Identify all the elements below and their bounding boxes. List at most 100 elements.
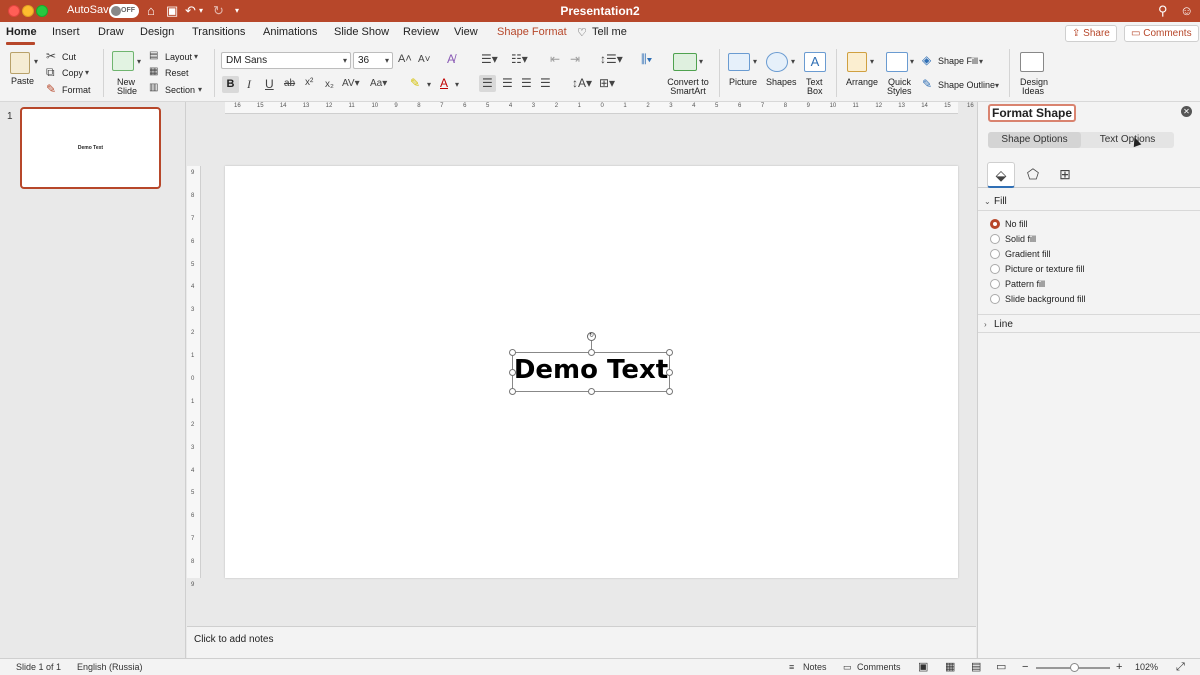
justify-icon[interactable]: ☰ bbox=[540, 76, 551, 90]
font-color-dropdown-icon[interactable]: ▾ bbox=[455, 78, 459, 92]
radio-button[interactable] bbox=[990, 234, 1000, 244]
picture-label[interactable]: Picture bbox=[729, 78, 757, 87]
close-icon[interactable]: ✕ bbox=[1181, 106, 1192, 117]
shapes-label[interactable]: Shapes bbox=[766, 78, 797, 87]
resize-handle[interactable] bbox=[666, 369, 673, 376]
shape-outline-label[interactable]: Shape Outline bbox=[938, 80, 995, 90]
paste-label[interactable]: Paste bbox=[11, 77, 34, 86]
shape-outline-dropdown-icon[interactable]: ▾ bbox=[995, 79, 999, 93]
resize-handle[interactable] bbox=[509, 369, 516, 376]
italic-button[interactable]: I bbox=[247, 77, 251, 91]
design-ideas-label-line2[interactable]: Ideas bbox=[1022, 87, 1044, 96]
resize-handle[interactable] bbox=[666, 349, 673, 356]
format-painter-icon[interactable]: ✎ bbox=[46, 82, 56, 96]
section-label[interactable]: Section bbox=[165, 85, 195, 95]
reading-view-icon[interactable]: ▤ bbox=[971, 659, 981, 675]
tab-design[interactable]: Design bbox=[140, 26, 174, 38]
slide-sorter-view-icon[interactable]: ▦ bbox=[945, 659, 955, 675]
new-slide-icon[interactable] bbox=[112, 51, 134, 71]
tab-home[interactable]: Home bbox=[6, 26, 37, 38]
slide-text[interactable]: Demo Text bbox=[513, 355, 669, 385]
comments-toggle-icon[interactable]: ▭ bbox=[843, 659, 852, 675]
notes-pane[interactable]: Click to add notes bbox=[187, 626, 976, 658]
fill-section-header[interactable]: ⌄ Fill bbox=[978, 192, 1200, 211]
radio-button[interactable] bbox=[990, 294, 1000, 304]
layout-label[interactable]: Layout bbox=[165, 52, 192, 62]
strikethrough-icon[interactable]: ab bbox=[284, 77, 295, 91]
clear-formatting-icon[interactable]: A̸ bbox=[447, 52, 455, 66]
slide-show-view-icon[interactable]: ▭ bbox=[996, 659, 1006, 675]
shape-outline-icon[interactable]: ✎ bbox=[922, 77, 932, 91]
picture-dropdown-icon[interactable]: ▾ bbox=[753, 55, 757, 69]
copy-label[interactable]: Copy bbox=[62, 68, 83, 78]
new-slide-label-line2[interactable]: Slide bbox=[117, 87, 137, 96]
change-case-icon[interactable]: Aa▾ bbox=[370, 77, 387, 91]
search-icon[interactable]: ⚲ bbox=[1158, 3, 1168, 19]
format-painter-label[interactable]: Format bbox=[62, 85, 91, 95]
font-size-select[interactable]: 36 ▾ bbox=[353, 52, 393, 69]
tab-animations[interactable]: Animations bbox=[263, 26, 317, 38]
notes-toggle-icon[interactable]: ≡ bbox=[789, 659, 794, 675]
resize-handle[interactable] bbox=[588, 349, 595, 356]
fill-line-icon[interactable]: ⬙ bbox=[987, 162, 1015, 188]
reset-label[interactable]: Reset bbox=[165, 68, 189, 78]
align-text-icon[interactable]: ⊞▾ bbox=[599, 76, 615, 90]
font-name-select[interactable]: DM Sans ▾ bbox=[221, 52, 351, 69]
radio-button[interactable] bbox=[990, 249, 1000, 259]
picture-icon[interactable] bbox=[728, 53, 750, 71]
design-ideas-icon[interactable] bbox=[1020, 52, 1044, 72]
tab-shape-format[interactable]: Shape Format bbox=[497, 26, 567, 38]
highlight-dropdown-icon[interactable]: ▾ bbox=[427, 78, 431, 92]
align-center-icon[interactable]: ☰ bbox=[502, 76, 513, 90]
underline-button[interactable]: U bbox=[265, 77, 274, 91]
quick-styles-dropdown-icon[interactable]: ▾ bbox=[910, 55, 914, 69]
fit-to-window-icon[interactable]: ⤢ bbox=[1176, 659, 1185, 675]
effects-icon[interactable]: ⬠ bbox=[1019, 162, 1047, 188]
numbering-icon[interactable]: ☷▾ bbox=[511, 52, 528, 66]
arrange-dropdown-icon[interactable]: ▾ bbox=[870, 55, 874, 69]
align-left-button[interactable]: ☰ bbox=[479, 75, 496, 92]
share-button[interactable]: ⇪ Share bbox=[1065, 25, 1117, 42]
columns-icon[interactable]: ⫼▾ bbox=[641, 52, 652, 66]
arrange-icon[interactable] bbox=[847, 52, 867, 72]
tab-insert[interactable]: Insert bbox=[52, 26, 80, 38]
tab-transitions[interactable]: Transitions bbox=[192, 26, 245, 38]
copy-icon[interactable]: ⧉ bbox=[46, 65, 55, 79]
radio-button[interactable] bbox=[990, 279, 1000, 289]
cut-icon[interactable]: ✂ bbox=[46, 49, 56, 63]
notes-placeholder[interactable]: Click to add notes bbox=[194, 634, 274, 645]
zoom-in-button[interactable]: + bbox=[1116, 659, 1122, 675]
line-spacing-icon[interactable]: ↕☰▾ bbox=[600, 52, 623, 66]
superscript-icon[interactable]: x² bbox=[305, 76, 313, 90]
tab-shape-options[interactable]: Shape Options bbox=[988, 132, 1081, 148]
reset-icon[interactable]: ▦ bbox=[149, 65, 158, 79]
shape-fill-label[interactable]: Shape Fill bbox=[938, 56, 978, 66]
text-direction-icon[interactable]: ↕A▾ bbox=[572, 76, 592, 90]
section-icon[interactable]: ▥ bbox=[149, 81, 158, 95]
decrease-font-size-icon[interactable]: A˅ bbox=[418, 53, 431, 67]
align-right-icon[interactable]: ☰ bbox=[521, 76, 532, 90]
new-slide-dropdown-icon[interactable]: ▾ bbox=[137, 55, 141, 69]
shapes-icon[interactable] bbox=[766, 52, 788, 72]
increase-indent-icon[interactable]: ⇥ bbox=[570, 52, 580, 66]
text-box-shape[interactable]: Demo Text bbox=[509, 349, 673, 395]
bullets-icon[interactable]: ☰▾ bbox=[481, 52, 498, 66]
rotate-handle-icon[interactable]: ↻ bbox=[587, 332, 596, 341]
tab-review[interactable]: Review bbox=[403, 26, 439, 38]
notes-toggle-label[interactable]: Notes bbox=[803, 659, 827, 675]
section-dropdown-icon[interactable]: ▾ bbox=[198, 83, 202, 97]
resize-handle[interactable] bbox=[509, 388, 516, 395]
quick-styles-label-line2[interactable]: Styles bbox=[887, 87, 912, 96]
decrease-indent-icon[interactable]: ⇤ bbox=[550, 52, 560, 66]
resize-handle[interactable] bbox=[666, 388, 673, 395]
shape-fill-icon[interactable]: ◈ bbox=[922, 53, 931, 67]
character-spacing-icon[interactable]: AV▾ bbox=[342, 77, 360, 91]
zoom-out-button[interactable]: − bbox=[1022, 659, 1028, 675]
bold-button[interactable]: B bbox=[222, 76, 239, 93]
tab-text-options[interactable]: Text Options bbox=[1081, 132, 1174, 148]
highlight-icon[interactable]: ✎ bbox=[410, 76, 420, 90]
shape-fill-dropdown-icon[interactable]: ▾ bbox=[979, 55, 983, 69]
shapes-dropdown-icon[interactable]: ▾ bbox=[791, 55, 795, 69]
normal-view-icon[interactable]: ▣ bbox=[918, 659, 928, 675]
tab-view[interactable]: View bbox=[454, 26, 478, 38]
